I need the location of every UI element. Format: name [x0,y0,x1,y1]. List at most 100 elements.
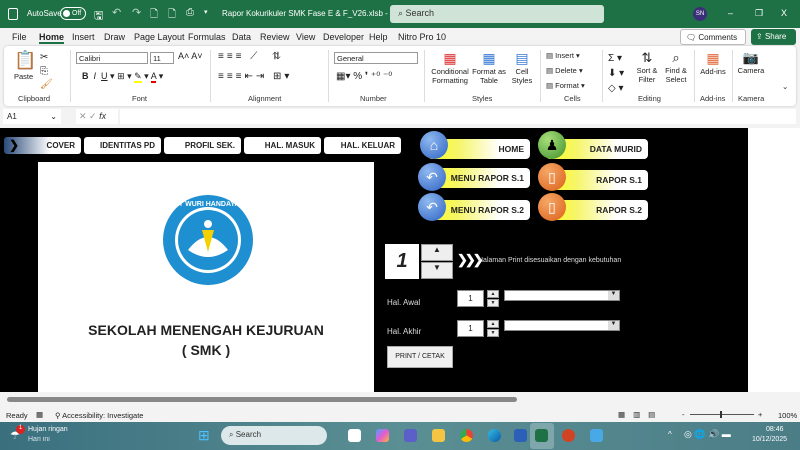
horizontal-scrollbar[interactable] [0,395,800,405]
nav-hal-keluar-button[interactable]: HAL. KELUAR [324,137,401,154]
editing-icons[interactable]: Σ ▾ ⬇ ▾ ◇ ▾ [608,51,624,96]
page-up-button[interactable]: ▲ [421,244,453,261]
cell-styles-button[interactable]: ▤ Cell Styles [508,50,536,85]
word-icon[interactable] [514,429,527,442]
nav-hal-masuk-button[interactable]: HAL. MASUK [244,137,321,154]
excel-taskbar-button[interactable] [530,423,554,449]
font-name-select[interactable]: Calibri [76,52,148,64]
file-icon[interactable]: 🗋 [150,7,158,24]
font-grow-icon[interactable]: A˄ A˅ [178,51,203,61]
sheet-area[interactable]: ❯ COVER IDENTITAS PD PROFIL SEK. HAL. MAS… [0,128,748,392]
tab-file[interactable]: File [12,32,27,42]
autosave-toggle[interactable]: Off [60,7,86,20]
formula-buttons[interactable]: ✕ ✓ fx [76,109,118,124]
hal-akhir-down[interactable]: ▼ [487,329,499,337]
restore-button[interactable]: ❐ [755,8,763,19]
hal-akhir-input[interactable]: 1 [457,320,484,337]
windows-start-icon[interactable]: ⊞ [198,427,210,444]
format-cells-button[interactable]: ▤ Format ▾ [546,81,585,90]
save-icon[interactable]: 🖫 [94,7,103,26]
tray-icons[interactable]: ◎ 🌐 🔊 ▬ [684,429,731,440]
formula-input[interactable] [120,109,796,124]
hal-akhir-dropdown[interactable]: ▼ [504,320,620,331]
alignment-icons[interactable]: ≡≡≡ ⟋ ⇅ [218,51,284,62]
zoom-in-icon[interactable]: + [758,410,762,419]
back-arrow-icon[interactable]: ↶ [418,193,446,221]
hal-awal-input[interactable]: 1 [457,290,484,307]
page-down-button[interactable]: ▼ [421,262,453,279]
clock-time[interactable]: 08:46 [766,426,784,433]
macro-icon[interactable]: ▦ [36,410,43,419]
minimize-button[interactable]: – [728,8,733,18]
zoom-level[interactable]: 100% [778,411,797,420]
tab-developer[interactable]: Developer [323,32,364,42]
hal-awal-up[interactable]: ▲ [487,290,499,298]
scrollbar-thumb[interactable] [7,397,517,402]
copilot-icon[interactable] [376,429,389,442]
search-box[interactable]: ⌕ Search [390,5,604,23]
accessibility-status[interactable]: ⚲ Accessibility: Investigate [55,411,143,420]
edge-icon[interactable] [488,429,501,442]
file-explorer-icon[interactable] [432,429,445,442]
redo-icon[interactable]: ↷ [132,6,141,19]
cut-icon[interactable]: ✂ [40,52,48,63]
ribbon-collapse-icon[interactable]: ⌄ [782,82,788,91]
hal-awal-down[interactable]: ▼ [487,299,499,307]
tab-data[interactable]: Data [232,32,251,42]
chrome-icon[interactable] [460,429,473,442]
font-format-icons[interactable]: B I U ▾ ⊞ ▾ ✎ ▾ A ▾ [82,71,163,83]
taskbar-search[interactable]: ⌕ Search [221,426,327,445]
nav-cover-button[interactable]: ❯ COVER [4,137,81,154]
person-icon[interactable]: ♟ [538,131,566,159]
tab-home[interactable]: Home [39,32,65,44]
conditional-formatting-button[interactable]: ▦ Conditional Formatting [428,50,472,85]
close-button[interactable]: X [781,8,787,18]
tab-formulas[interactable]: Formulas [188,32,226,42]
font-size-select[interactable]: 11 [150,52,174,64]
nav-identitas-button[interactable]: IDENTITAS PD [84,137,161,154]
document-icon[interactable]: ▯ [538,193,566,221]
document-icon[interactable]: ▯ [538,163,566,191]
back-arrow-icon[interactable]: ↶ [418,163,446,191]
teams-icon[interactable] [404,429,417,442]
tab-draw[interactable]: Draw [104,32,125,42]
tab-view[interactable]: View [296,32,315,42]
undo-icon[interactable]: ↶ [112,6,121,19]
view-buttons[interactable]: ▦▥▤ [618,410,663,419]
customize-icon[interactable]: ▾ [204,8,208,16]
paste-icon[interactable]: 📋 [14,50,36,71]
new-icon[interactable]: 🗋 [168,7,176,24]
paint-icon[interactable] [590,429,603,442]
print-button[interactable]: PRINT / CETAK [387,346,453,368]
sheet-empty-area[interactable] [748,128,800,392]
zoom-slider[interactable] [690,411,754,418]
paste-button[interactable]: Paste [14,72,33,81]
copy-icon[interactable]: ⎘ [40,66,48,77]
sort-filter-button[interactable]: ⇅ Sort & Filter [634,50,660,84]
task-view-icon[interactable] [348,429,361,442]
insert-cells-button[interactable]: ▤ Insert ▾ [546,51,580,60]
find-select-button[interactable]: ⌕ Find & Select [662,50,690,84]
addins-button[interactable]: ▦ Add-ins [698,50,728,76]
number-format-select[interactable]: General [334,52,418,64]
share-button[interactable]: ⇪ Share [751,29,796,45]
delete-cells-button[interactable]: ▤ Delete ▾ [546,66,583,75]
hal-awal-dropdown[interactable]: ▼ [504,290,620,301]
camera-button[interactable]: 📷 Camera [736,50,766,75]
nav-profil-button[interactable]: PROFIL SEK. [164,137,241,154]
tab-review[interactable]: Review [260,32,290,42]
comments-button[interactable]: 🗨 Comments [680,29,746,45]
print-preview-icon[interactable]: ⎙ [186,7,194,18]
home-icon[interactable]: ⌂ [420,131,448,159]
tab-insert[interactable]: Insert [72,32,95,42]
align-horizontal-icons[interactable]: ≡≡≡⇤⇥ ⊞▾ [218,71,292,82]
tray-chevron-icon[interactable]: ^ [668,430,672,439]
tab-nitro[interactable]: Nitro Pro 10 [398,32,446,42]
tab-page-layout[interactable]: Page Layout [134,32,185,42]
format-painter-icon[interactable]: 🖌 [40,79,53,90]
tab-help[interactable]: Help [369,32,388,42]
name-box[interactable]: A1 ⌄ [3,109,61,124]
format-table-button[interactable]: ▦ Format as Table [472,50,506,85]
clock-date[interactable]: 10/12/2025 [752,436,787,443]
powerpoint-icon[interactable] [562,429,575,442]
